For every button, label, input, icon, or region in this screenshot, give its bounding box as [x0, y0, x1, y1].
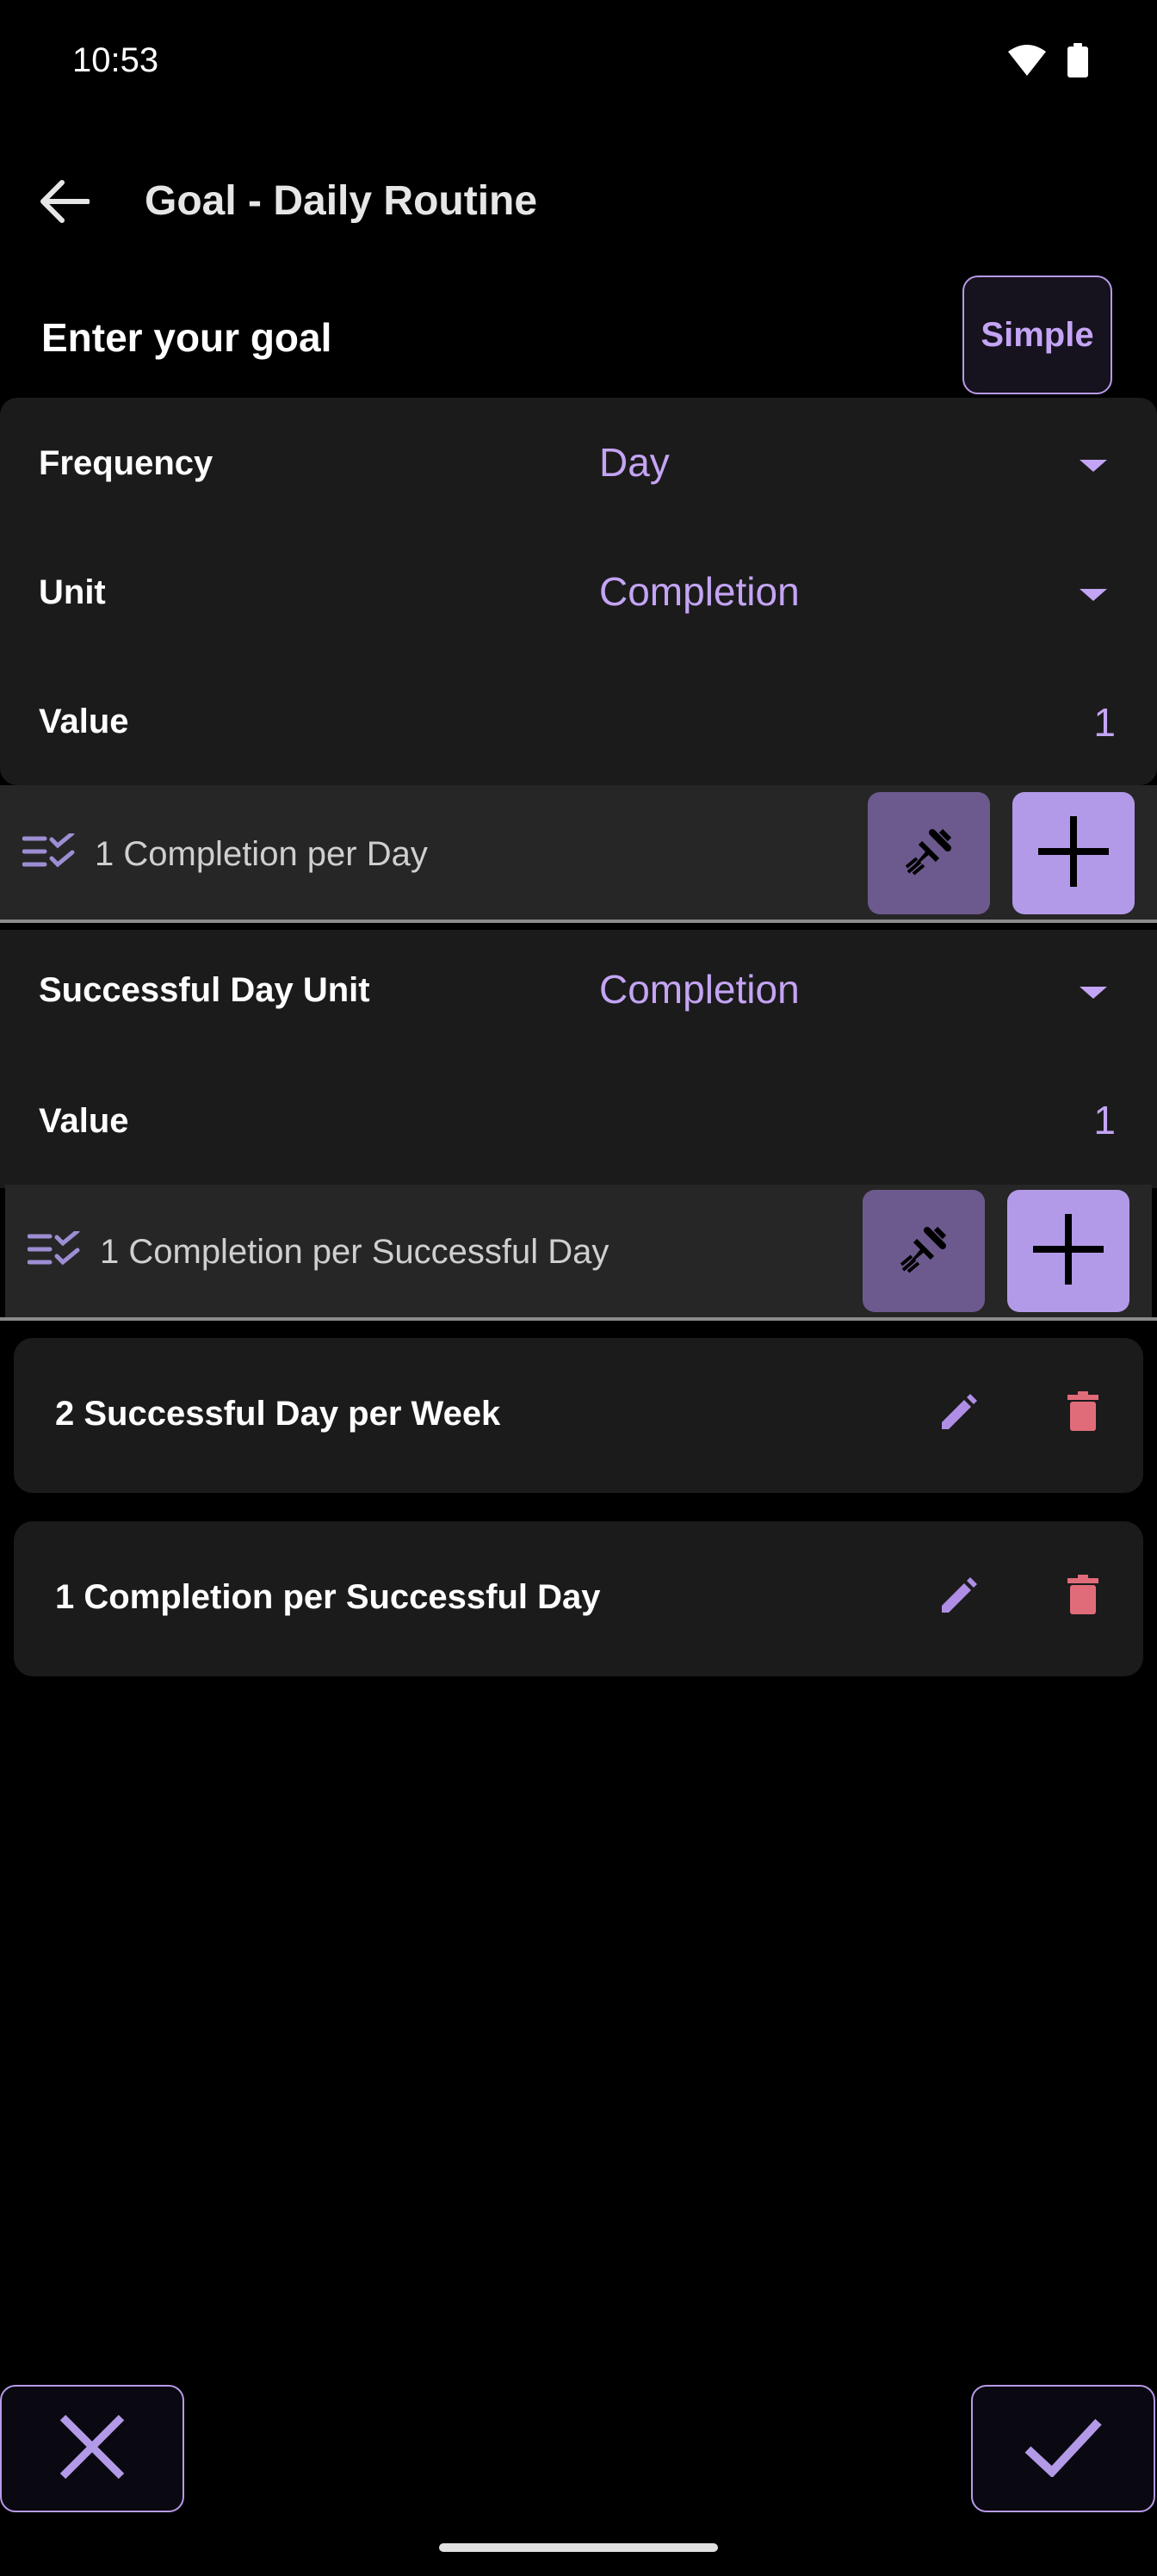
simple-mode-button[interactable]: Simple [962, 276, 1112, 394]
successful-day-value-input[interactable]: 1 [1093, 1097, 1116, 1143]
add-goal-button[interactable] [1007, 1190, 1129, 1312]
successful-day-value-label: Value [39, 1102, 129, 1140]
home-indicator[interactable] [439, 2543, 718, 2552]
wifi-icon [1007, 43, 1047, 82]
frequency-label: Frequency [39, 444, 213, 482]
frequency-summary: 1 Completion per Day [95, 835, 428, 873]
page-title: Goal - Daily Routine [145, 178, 538, 224]
plus-icon [1035, 813, 1112, 895]
checklist-icon [27, 1229, 81, 1272]
list-item[interactable]: 2 Successful Day per Week [14, 1338, 1143, 1493]
confirm-button[interactable] [971, 2385, 1155, 2512]
chevron-down-icon [1080, 987, 1107, 999]
trash-icon[interactable] [1067, 1575, 1098, 1619]
check-icon [1024, 2417, 1102, 2481]
frequency-value: Day [599, 440, 670, 485]
pencil-icon[interactable] [937, 1576, 978, 1622]
pencil-icon[interactable] [937, 1393, 978, 1439]
status-time: 10:53 [72, 41, 159, 79]
goal-item-text: 1 Completion per Successful Day [55, 1578, 601, 1616]
unit-label: Unit [39, 573, 106, 611]
checklist-icon [22, 831, 76, 874]
divider [0, 1317, 1157, 1321]
cleaning-brush-icon [901, 824, 956, 883]
add-goal-button[interactable] [1012, 792, 1135, 914]
chevron-down-icon [1080, 589, 1107, 601]
arrow-back-icon [38, 179, 90, 228]
successful-day-unit-value: Completion [599, 967, 800, 1012]
value-label: Value [39, 703, 129, 740]
successful-day-unit-dropdown[interactable]: Completion [594, 957, 1119, 1026]
close-icon [58, 2412, 127, 2486]
clear-button[interactable] [863, 1190, 985, 1312]
status-icons [1007, 43, 1088, 82]
back-button[interactable] [33, 172, 95, 234]
successful-day-summary: 1 Completion per Successful Day [100, 1233, 609, 1271]
clear-button[interactable] [868, 792, 990, 914]
frequency-dropdown[interactable]: Day [594, 430, 1119, 499]
list-item[interactable]: 1 Completion per Successful Day [14, 1521, 1143, 1676]
cleaning-brush-icon [896, 1222, 951, 1281]
chevron-down-icon [1080, 460, 1107, 472]
plus-icon [1030, 1211, 1107, 1292]
battery-icon [1067, 43, 1088, 82]
unit-dropdown[interactable]: Completion [594, 560, 1119, 629]
cancel-button[interactable] [0, 2385, 184, 2512]
successful-day-unit-label: Successful Day Unit [39, 971, 370, 1009]
unit-value: Completion [599, 569, 800, 614]
divider [0, 920, 1157, 923]
value-input[interactable]: 1 [1093, 699, 1116, 746]
goal-item-text: 2 Successful Day per Week [55, 1395, 501, 1433]
goal-heading: Enter your goal [41, 315, 332, 360]
trash-icon[interactable] [1067, 1391, 1098, 1435]
